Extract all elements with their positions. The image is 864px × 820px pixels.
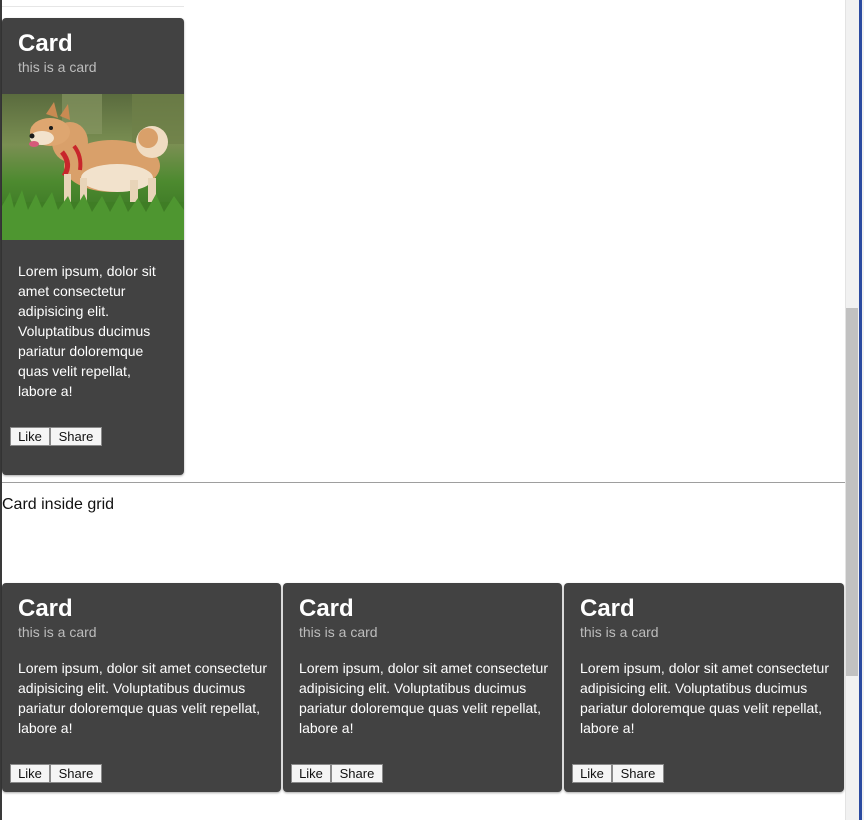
card-subtitle: this is a card — [299, 624, 378, 640]
grid-card: Card this is a card Lorem ipsum, dolor s… — [564, 583, 844, 792]
card-title: Card — [580, 595, 635, 622]
card-subtitle: this is a card — [18, 59, 97, 75]
grid-card: Card this is a card Lorem ipsum, dolor s… — [2, 583, 281, 792]
section-label: Card inside grid — [2, 496, 115, 513]
like-button[interactable]: Like — [10, 764, 50, 783]
share-button[interactable]: Share — [50, 427, 102, 446]
section-divider — [2, 482, 845, 483]
card-with-image: Card this is a card Lorem ipsum, dolor s… — [2, 18, 184, 475]
page: Card this is a card Lorem ipsum, dolor s… — [0, 0, 845, 820]
card-body-text: Lorem ipsum, dolor sit amet consectetur … — [18, 263, 156, 399]
share-button[interactable]: Share — [612, 764, 664, 783]
card-subtitle: this is a card — [18, 624, 97, 640]
window-edge — [859, 0, 862, 820]
grid-card: Card this is a card Lorem ipsum, dolor s… — [283, 583, 562, 792]
card-title: Card — [299, 595, 354, 622]
like-button[interactable]: Like — [291, 764, 331, 783]
card-title: Card — [18, 595, 73, 622]
card-body-text: Lorem ipsum, dolor sit amet consectetur … — [18, 660, 267, 736]
share-button[interactable]: Share — [50, 764, 102, 783]
dog-photo — [2, 94, 184, 240]
like-button[interactable]: Like — [10, 427, 50, 446]
share-button[interactable]: Share — [331, 764, 383, 783]
top-strip — [2, 0, 184, 7]
scrollbar-thumb[interactable] — [846, 308, 858, 676]
card-subtitle: this is a card — [580, 624, 659, 640]
card-title: Card — [18, 30, 73, 57]
card-body-text: Lorem ipsum, dolor sit amet consectetur … — [580, 660, 829, 736]
like-button[interactable]: Like — [572, 764, 612, 783]
card-body-text: Lorem ipsum, dolor sit amet consectetur … — [299, 660, 548, 736]
